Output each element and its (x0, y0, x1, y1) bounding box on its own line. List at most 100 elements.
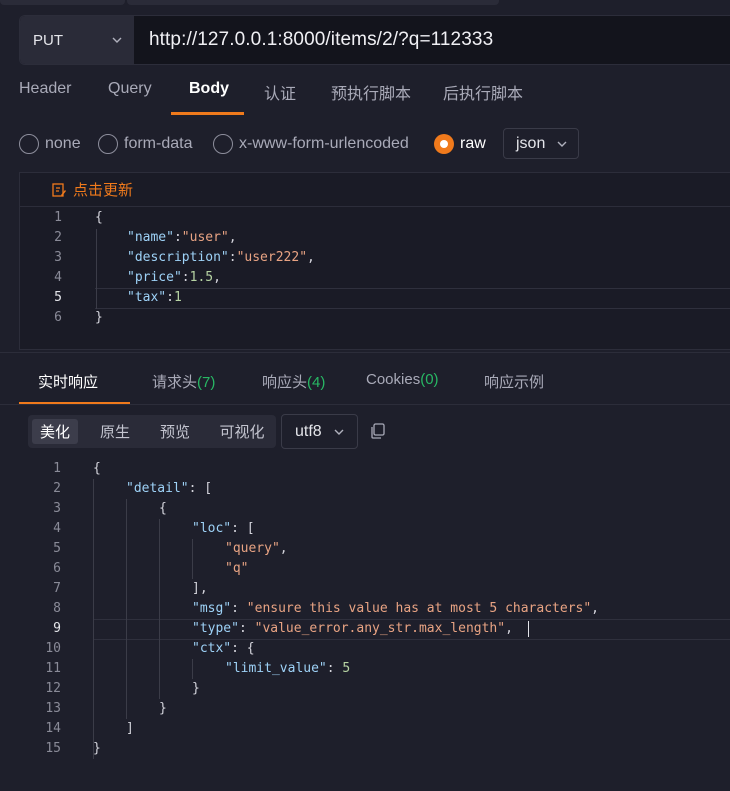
line-number: 7 (53, 581, 61, 596)
code-line: 6 } (20, 308, 730, 328)
update-label: 点击更新 (73, 182, 134, 199)
tab-header[interactable]: Header (19, 80, 71, 98)
request-code: 1 { 2 "name":"user", 3 "description":"us… (20, 207, 730, 351)
body-type-radios: none form-data x-www-form-urlencoded raw (0, 128, 730, 160)
line-number: 6 (53, 561, 61, 576)
active-tab-underline (171, 112, 244, 115)
line-number: 9 (53, 621, 61, 636)
edit-icon (52, 182, 66, 197)
url-bar: PUT http://127.0.0.1:8000/items/2/?q=112… (19, 15, 730, 65)
count-badge: (4) (307, 374, 326, 391)
top-tab-segment (0, 0, 125, 5)
json-key: "detail" (126, 481, 189, 496)
request-body-editor[interactable]: 点击更新 1 { 2 "name":"user", 3 "description… (19, 172, 730, 350)
code-line: 7 ], (19, 579, 730, 599)
tab-body[interactable]: Body (189, 80, 229, 98)
method-select[interactable]: PUT (20, 16, 134, 64)
view-visualize-button[interactable]: 可视化 (214, 419, 270, 444)
code-text: "limit_value": 5 (225, 659, 350, 679)
url-input[interactable]: http://127.0.0.1:8000/items/2/?q=112333 (149, 29, 493, 51)
json-punct: : (181, 270, 190, 285)
tab-query[interactable]: Query (108, 80, 152, 98)
code-line: 4 "price":1.5, (20, 268, 730, 288)
tab-request-headers[interactable]: 请求头(7) (152, 371, 215, 392)
radio-raw[interactable]: raw (434, 134, 486, 154)
code-text: "description":"user222", (127, 248, 315, 268)
line-number: 11 (45, 661, 61, 676)
code-text: "ctx": { (192, 639, 255, 659)
top-tab-segment (127, 0, 499, 5)
tab-label: 请求头 (152, 374, 198, 391)
copy-icon[interactable] (369, 422, 387, 440)
radio-form-data[interactable]: form-data (98, 134, 192, 154)
code-text: } (95, 310, 103, 325)
code-text: ], (192, 581, 208, 596)
line-number: 8 (53, 601, 61, 616)
json-number: 1 (173, 290, 182, 305)
json-string: "user222" (236, 250, 308, 265)
json-string: "user" (181, 230, 229, 245)
encoding-select[interactable]: utf8 (281, 414, 358, 449)
line-number: 4 (53, 521, 61, 536)
json-punct: , (307, 250, 315, 265)
chevron-down-icon (334, 429, 344, 435)
response-code[interactable]: 1 { 2 "detail": [ 3 { 4 "loc": [ 5 "quer… (19, 459, 730, 759)
method-label: PUT (33, 31, 63, 49)
view-raw-button[interactable]: 原生 (92, 419, 138, 444)
tab-label: 实时响应 (38, 374, 99, 391)
line-number: 14 (45, 721, 61, 736)
tab-cookies[interactable]: Cookies(0) (366, 371, 439, 388)
json-key: "limit_value" (225, 661, 327, 676)
code-text: } (192, 681, 200, 696)
line-number: 12 (45, 681, 61, 696)
json-punct: : (326, 661, 343, 676)
encoding-label: utf8 (295, 422, 322, 440)
text-caret (528, 621, 529, 637)
tab-label: 响应头 (262, 374, 308, 391)
code-text: "detail": [ (126, 479, 212, 499)
tab-response-headers[interactable]: 响应头(4) (262, 371, 325, 392)
code-line: 1 { (19, 459, 730, 479)
json-punct: : [ (231, 521, 255, 536)
json-punct: , (213, 270, 221, 285)
line-number: 6 (54, 310, 62, 325)
radio-urlencoded[interactable]: x-www-form-urlencoded (213, 134, 409, 154)
chevron-down-icon (557, 141, 567, 147)
request-tabs: Header Query Body 认证 预执行脚本 后执行脚本 (0, 66, 730, 115)
json-key: "tax" (127, 290, 167, 305)
code-line: 1 { (20, 208, 730, 228)
json-punct: , (228, 230, 237, 245)
tab-live-response[interactable]: 实时响应 (38, 371, 98, 392)
json-punct: , (591, 601, 599, 616)
radio-circle (19, 134, 39, 154)
json-punct: : (231, 601, 247, 616)
view-beautify-button[interactable]: 美化 (32, 419, 78, 444)
tab-pre-script[interactable]: 预执行脚本 (331, 80, 411, 104)
code-text: "query", (225, 539, 288, 559)
json-punct: : (173, 230, 182, 245)
json-key: "description" (127, 250, 229, 265)
radio-circle (213, 134, 233, 154)
code-line: 4 "loc": [ (19, 519, 730, 539)
view-mode-group: 美化 原生 预览 可视化 (28, 415, 276, 448)
tab-auth[interactable]: 认证 (264, 80, 296, 104)
code-line: 3 { (19, 499, 730, 519)
radio-circle (98, 134, 118, 154)
tabs-border (0, 404, 730, 405)
radio-label: x-www-form-urlencoded (239, 135, 409, 152)
body-language-select[interactable]: json (503, 128, 579, 159)
json-key: "type" (192, 621, 239, 636)
code-line: 14 ] (19, 719, 730, 739)
code-text: ] (126, 721, 134, 736)
code-text: { (159, 501, 167, 516)
radio-none[interactable]: none (19, 134, 81, 154)
tab-response-example[interactable]: 响应示例 (484, 371, 544, 392)
tab-post-script[interactable]: 后执行脚本 (443, 80, 523, 104)
code-text: { (93, 461, 101, 476)
update-button[interactable]: 点击更新 (20, 173, 730, 207)
code-line: 5 "tax":1 (20, 288, 730, 308)
code-line: 8 "msg": "ensure this value has at most … (19, 599, 730, 619)
count-badge: (7) (197, 374, 216, 391)
code-line: 15 } (19, 739, 730, 759)
view-preview-button[interactable]: 预览 (152, 419, 198, 444)
